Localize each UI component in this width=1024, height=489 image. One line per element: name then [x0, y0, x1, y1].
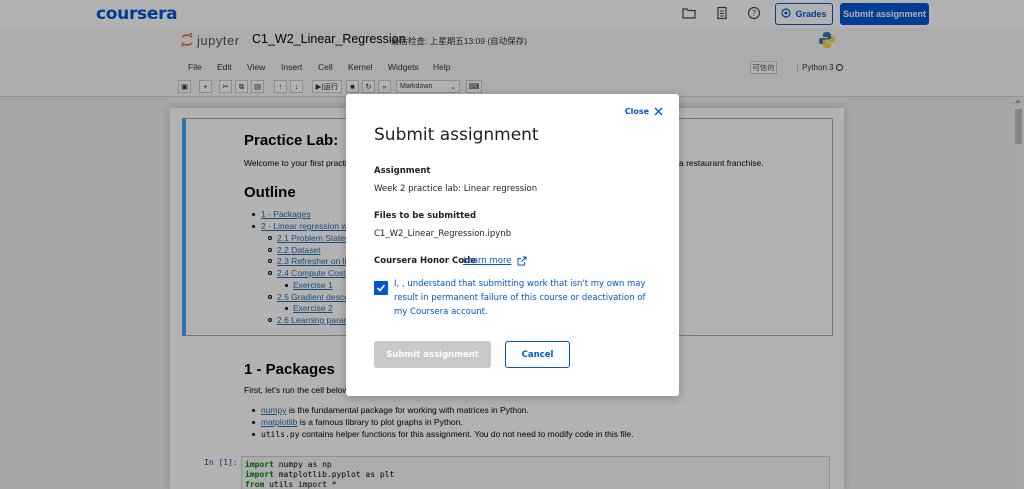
- assignment-label: Assignment: [374, 166, 431, 176]
- files-value: C1_W2_Linear_Regression.ipynb: [374, 229, 512, 239]
- honor-code-text[interactable]: I, , understand that submitting work tha…: [394, 277, 659, 319]
- submit-assignment-button[interactable]: Submit assignment: [374, 341, 491, 368]
- assignment-value: Week 2 practice lab: Linear regression: [374, 184, 538, 194]
- submit-assignment-dialog: Close Submit assignment Assignment Week …: [346, 94, 679, 396]
- honor-code-label: Coursera Honor Code: [374, 256, 476, 266]
- honor-code-checkbox[interactable]: [374, 281, 388, 295]
- cancel-button[interactable]: Cancel: [505, 341, 570, 368]
- learn-more-link[interactable]: Learn more: [463, 256, 527, 266]
- checkmark-icon: [376, 284, 386, 292]
- files-label: Files to be submitted: [374, 211, 477, 221]
- close-icon: [654, 107, 663, 116]
- dialog-title: Submit assignment: [374, 125, 539, 145]
- external-link-icon: [517, 256, 527, 266]
- learn-more-label: Learn more: [463, 256, 512, 266]
- close-label: Close: [624, 107, 649, 116]
- close-button[interactable]: Close: [625, 107, 663, 116]
